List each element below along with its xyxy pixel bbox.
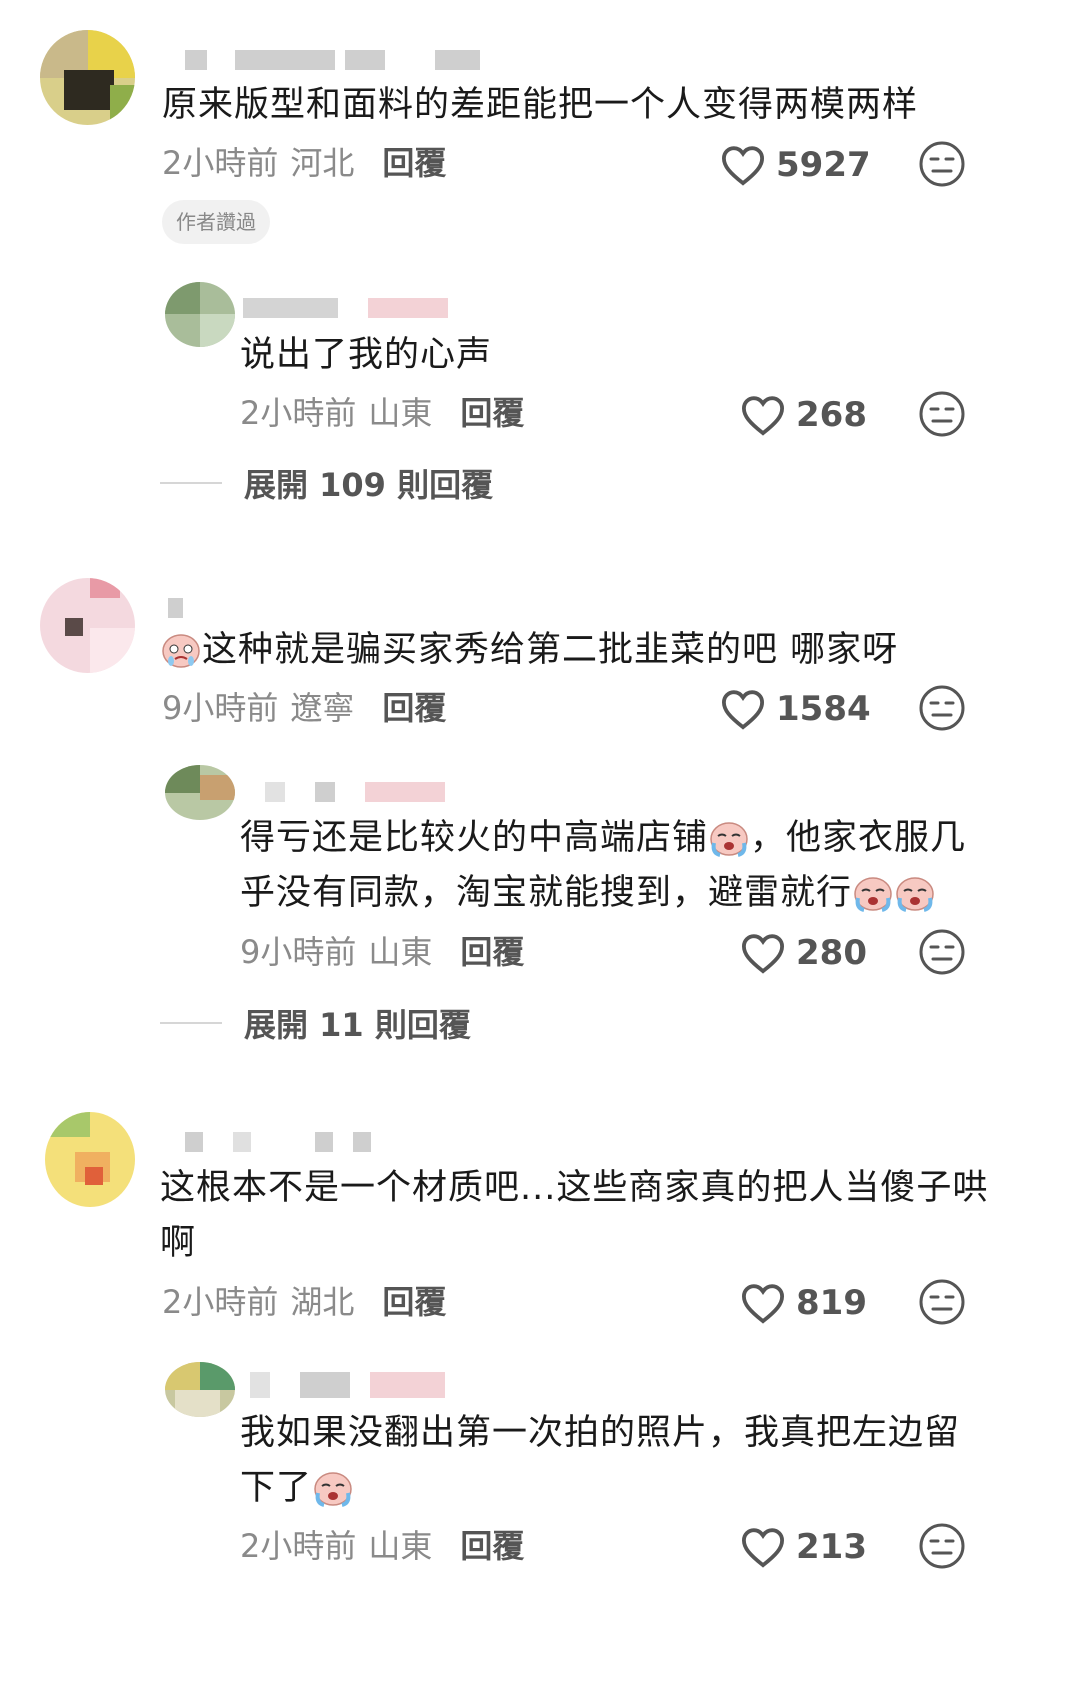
reply-location: 山東 <box>368 1527 433 1565</box>
comment-text: 原来版型和面料的差距能把一个人变得两模两样 <box>162 85 919 125</box>
crying-emoji-icon <box>710 822 748 857</box>
like-count: 1584 <box>776 689 871 729</box>
expand-replies-button[interactable]: 展開 109 則回覆 <box>160 460 493 506</box>
like-button[interactable]: 280 <box>740 928 867 978</box>
reply-button[interactable]: 回覆 <box>460 1527 524 1565</box>
like-button[interactable]: 213 <box>740 1522 867 1572</box>
reply-meta: 2小時前 山東 回覆 <box>240 1526 524 1566</box>
like-count: 5927 <box>776 145 871 185</box>
comment-time: 9小時前 <box>162 689 279 727</box>
expand-replies-label: 展開 109 則回覆 <box>244 466 494 504</box>
avatar[interactable] <box>40 30 135 125</box>
avatar[interactable] <box>165 282 235 347</box>
emoji-face-icon[interactable] <box>918 140 966 188</box>
reply-text-part: 乎没有同款，淘宝就能搜到，避雷就行 <box>240 873 853 913</box>
username-blurred[interactable] <box>185 50 485 70</box>
avatar[interactable] <box>40 578 135 673</box>
reply-text-line2: 下了 <box>240 1458 354 1518</box>
avatar[interactable] <box>45 1112 135 1207</box>
username-blurred[interactable] <box>243 298 453 318</box>
comment-text: 这种就是骗买家秀给第二批韭菜的吧 哪家呀 <box>160 620 898 680</box>
crying-emoji-icon <box>162 634 200 668</box>
divider <box>160 1022 222 1024</box>
crying-emoji-icon <box>314 1472 352 1507</box>
heart-icon <box>721 146 765 186</box>
comment-time: 2小時前 <box>162 144 279 182</box>
reply-text-line1: 我如果没翻出第一次拍的照片，我真把左边留 <box>240 1413 961 1453</box>
comment-text-line2: 啊 <box>160 1223 197 1263</box>
like-button[interactable]: 268 <box>740 390 867 440</box>
emoji-face-icon[interactable] <box>918 1522 966 1570</box>
reply-time: 2小時前 <box>240 394 357 432</box>
username-blurred[interactable] <box>250 1372 450 1398</box>
comment-text-content: 这种就是骗买家秀给第二批韭菜的吧 哪家呀 <box>202 630 899 670</box>
emoji-face-icon[interactable] <box>918 1278 966 1326</box>
reply-button[interactable]: 回覆 <box>382 689 446 727</box>
username-blurred[interactable] <box>265 782 455 802</box>
reply-location: 山東 <box>368 933 433 971</box>
comment-text-line1: 这根本不是一个材质吧...这些商家真的把人当傻子哄 <box>160 1168 989 1208</box>
crying-emoji-icon <box>896 877 934 912</box>
like-button[interactable]: 819 <box>740 1278 867 1328</box>
comment-meta: 2小時前 湖北 回覆 <box>162 1282 446 1322</box>
reply-meta: 2小時前 山東 回覆 <box>240 393 524 433</box>
comment-location: 湖北 <box>290 1283 355 1321</box>
expand-replies-label: 展開 11 則回覆 <box>244 1006 471 1044</box>
expand-replies-button[interactable]: 展開 11 則回覆 <box>160 1000 471 1046</box>
reply-meta: 9小時前 山東 回覆 <box>240 932 524 972</box>
like-count: 213 <box>796 1527 867 1567</box>
avatar[interactable] <box>165 1362 235 1417</box>
emoji-face-icon[interactable] <box>918 390 966 438</box>
comment-location: 河北 <box>290 144 355 182</box>
like-count: 819 <box>796 1283 867 1323</box>
heart-icon <box>741 1284 785 1324</box>
comment-meta: 2小時前 河北 回覆 <box>162 143 446 183</box>
author-liked-badge: 作者讚過 <box>162 200 270 244</box>
username-blurred[interactable] <box>168 598 198 618</box>
emoji-face-icon[interactable] <box>918 928 966 976</box>
comment-time: 2小時前 <box>162 1283 279 1321</box>
reply-text-part: 得亏还是比较火的中高端店铺 <box>240 818 709 858</box>
reply-location: 山東 <box>368 394 433 432</box>
reply-text: 说出了我的心声 <box>240 335 493 375</box>
heart-icon <box>721 690 765 730</box>
username-blurred[interactable] <box>185 1132 375 1152</box>
like-button[interactable]: 1584 <box>720 684 871 734</box>
divider <box>160 482 222 484</box>
reply-text-part: ，他家衣服几 <box>750 818 967 858</box>
crying-emoji-icon <box>854 877 892 912</box>
comment-location: 遼寧 <box>290 689 355 727</box>
heart-icon <box>741 1528 785 1568</box>
reply-button[interactable]: 回覆 <box>382 1283 446 1321</box>
reply-time: 2小時前 <box>240 1527 357 1565</box>
reply-text-line1: 得亏还是比较火的中高端店铺 ，他家衣服几 <box>240 808 966 868</box>
heart-icon <box>741 934 785 974</box>
reply-button[interactable]: 回覆 <box>382 144 446 182</box>
reply-time: 9小時前 <box>240 933 357 971</box>
emoji-face-icon[interactable] <box>918 684 966 732</box>
reply-button[interactable]: 回覆 <box>460 394 524 432</box>
comment-meta: 9小時前 遼寧 回覆 <box>162 688 446 728</box>
like-button[interactable]: 5927 <box>720 140 871 190</box>
avatar[interactable] <box>165 765 235 820</box>
like-count: 268 <box>796 395 867 435</box>
heart-icon <box>741 396 785 436</box>
reply-text-part: 下了 <box>240 1468 313 1508</box>
like-count: 280 <box>796 933 867 973</box>
reply-button[interactable]: 回覆 <box>460 933 524 971</box>
reply-text-line2: 乎没有同款，淘宝就能搜到，避雷就行 <box>240 863 936 923</box>
